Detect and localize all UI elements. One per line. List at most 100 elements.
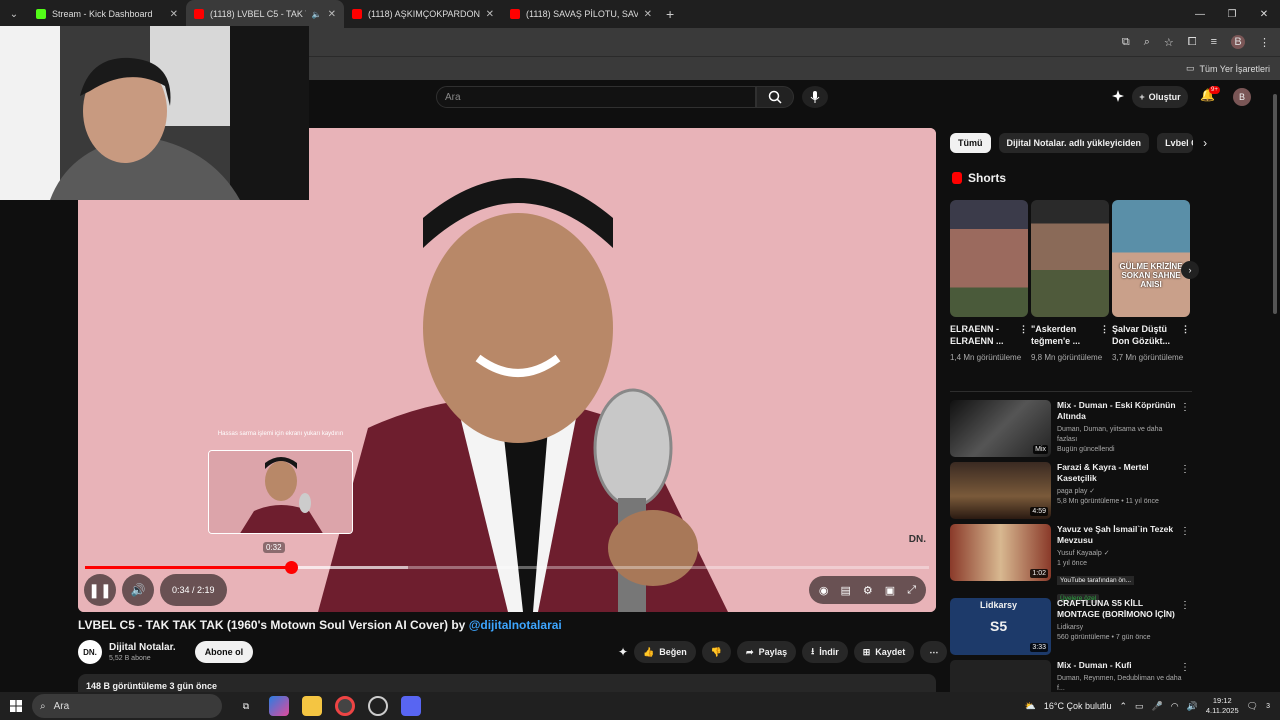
tab-askimcokpardon[interactable]: (1118) AŞKIMÇOKPARDON | M ✕ xyxy=(344,0,502,28)
page-scrollbar[interactable] xyxy=(1270,80,1280,692)
settings-gear-icon[interactable]: ⚙ xyxy=(863,584,873,597)
account-avatar[interactable]: B xyxy=(1233,88,1251,106)
rec-title[interactable]: Yavuz ve Şah İsmail`in Tezek Mevzusu xyxy=(1057,524,1182,546)
like-button[interactable]: 👍 Beğen xyxy=(634,641,696,663)
list-item[interactable]: 1:02 Yavuz ve Şah İsmail`in Tezek Mevzus… xyxy=(950,524,1192,603)
minimize-icon[interactable]: — xyxy=(1184,0,1216,28)
miniplayer-icon[interactable]: ▣ xyxy=(885,584,895,597)
short-title[interactable]: "Askerden teğmen'e ... ⋮ xyxy=(1031,323,1109,347)
list-item[interactable]: Mix - Duman - Kufi Duman, Reynmen, Dedubl… xyxy=(950,660,1192,692)
channel-name[interactable]: Dijital Notalar. xyxy=(109,642,176,653)
weather-text[interactable]: 16°C Çok bulutlu xyxy=(1044,701,1112,711)
rec-title[interactable]: Mix - Duman - Eski Köprünün Altında xyxy=(1057,400,1182,422)
rec-title[interactable]: Mix - Duman - Kufi xyxy=(1057,660,1182,671)
create-button[interactable]: + Oluştur xyxy=(1132,86,1188,108)
video-thumbnail[interactable]: 4:59 xyxy=(950,462,1051,519)
more-icon[interactable]: ⋮ xyxy=(1180,464,1190,475)
short-title[interactable]: Şalvar Düştü Don Gözükt... ⋮ xyxy=(1112,323,1190,347)
more-icon[interactable]: ⋮ xyxy=(1180,662,1190,673)
more-icon[interactable]: ⋮ xyxy=(1180,600,1190,611)
short-thumbnail[interactable] xyxy=(1031,200,1109,317)
save-button[interactable]: ⊞ Kaydet xyxy=(853,641,915,663)
short-item[interactable]: ELRAENN - ELRAENN ... ⋮ 1,4 Mn görüntülem… xyxy=(950,200,1028,363)
profile-avatar[interactable]: B xyxy=(1231,35,1245,49)
speaker-icon[interactable]: 🔈 xyxy=(312,10,322,19)
close-window-icon[interactable]: ✕ xyxy=(1248,0,1280,28)
more-icon[interactable]: ⋮ xyxy=(1180,526,1190,537)
zoom-icon[interactable]: ⌕ xyxy=(1144,36,1150,49)
more-actions-button[interactable]: ⋯ xyxy=(920,641,948,663)
tab-lvbel[interactable]: (1118) LVBEL C5 - TAK TAK 🔈 ✕ xyxy=(186,0,344,28)
dislike-button[interactable]: 👎 xyxy=(701,641,732,663)
shorts-next-button[interactable]: › xyxy=(1181,261,1199,279)
media-control-icon[interactable]: ≡ xyxy=(1211,36,1217,48)
close-tab-icon[interactable]: ✕ xyxy=(486,9,494,20)
restore-icon[interactable]: ❐ xyxy=(1216,0,1248,28)
copilot-icon[interactable] xyxy=(269,696,289,716)
task-view-icon[interactable]: ⧉ xyxy=(236,696,256,716)
video-thumbnail[interactable]: Lidkarsy S5 3:33 xyxy=(950,598,1051,655)
short-title[interactable]: ELRAENN - ELRAENN ... ⋮ xyxy=(950,323,1028,347)
taskbar-search[interactable]: ⌕ Ara xyxy=(32,694,222,718)
close-tab-icon[interactable]: ✕ xyxy=(328,9,336,20)
mic-tray-icon[interactable]: 🎤 xyxy=(1152,701,1163,712)
chrome-icon[interactable] xyxy=(335,696,355,716)
video-thumbnail[interactable] xyxy=(950,660,1051,692)
video-thumbnail[interactable]: 1:02 xyxy=(950,524,1051,581)
share-button[interactable]: ➦ Paylaş xyxy=(737,641,797,663)
autoplay-toggle[interactable]: ◉ xyxy=(819,584,829,597)
mute-button[interactable]: 🔊 xyxy=(122,574,154,606)
short-item[interactable]: "Askerden teğmen'e ... ⋮ 9,8 Mn görüntüle… xyxy=(1031,200,1109,363)
search-input[interactable]: Ara xyxy=(436,86,756,108)
subscribe-button[interactable]: Abone ol xyxy=(194,641,254,663)
short-thumbnail[interactable]: GÜLME KRİZİNE SOKAN SAHNE ANISI xyxy=(1112,200,1190,317)
chip-all[interactable]: Tümü xyxy=(950,133,991,153)
all-bookmarks-link[interactable]: Tüm Yer İşaretleri xyxy=(1199,64,1270,74)
voice-search-button[interactable] xyxy=(802,86,828,108)
creator-handle-link[interactable]: @dijitalnotalarai xyxy=(469,618,562,632)
pause-button[interactable]: ❚❚ xyxy=(84,574,116,606)
sparkle-icon[interactable] xyxy=(1111,89,1125,103)
browser-menu-icon[interactable]: ⋮ xyxy=(1259,36,1270,49)
list-item[interactable]: Lidkarsy S5 3:33 CRAFTLUNA S5 KİLL MONTA… xyxy=(950,598,1192,660)
more-icon[interactable]: ⋮ xyxy=(1019,323,1028,335)
more-icon[interactable]: ⋮ xyxy=(1180,402,1190,413)
search-button[interactable] xyxy=(756,86,794,108)
short-item[interactable]: GÜLME KRİZİNE SOKAN SAHNE ANISI Şalvar D… xyxy=(1112,200,1190,363)
video-player[interactable]: DN. Hassas sarma işlemi için ekranı yuka… xyxy=(78,128,936,612)
channel-avatar[interactable]: DN. xyxy=(78,640,102,664)
subtitles-icon[interactable]: ▤ xyxy=(841,584,851,597)
tab-savas-pilotu[interactable]: (1118) SAVAŞ PİLOTU, SAVAŞ U ✕ xyxy=(502,0,660,28)
chevron-right-icon[interactable]: › xyxy=(1203,136,1207,150)
notification-center-icon[interactable]: 🗨 xyxy=(1247,701,1258,712)
chip-from-uploader[interactable]: Dijital Notalar. adlı yükleyiciden xyxy=(998,133,1150,153)
chip-lvbel[interactable]: Lvbel C xyxy=(1157,133,1194,153)
battery-icon[interactable]: ▭ xyxy=(1135,701,1144,712)
tab-kick-dashboard[interactable]: Stream - Kick Dashboard ✕ xyxy=(28,0,186,28)
short-thumbnail[interactable] xyxy=(950,200,1028,317)
chevron-up-icon[interactable]: ⌃ xyxy=(1119,701,1127,712)
rec-title[interactable]: Farazi & Kayra - Mertel Kasetçilik xyxy=(1057,462,1182,484)
scrollbar-thumb[interactable] xyxy=(1273,94,1277,314)
more-icon[interactable]: ⋮ xyxy=(1181,323,1190,335)
more-icon[interactable]: ⋮ xyxy=(1100,323,1109,335)
cast-icon[interactable]: ⧉ xyxy=(1122,36,1130,49)
extensions-icon[interactable]: ⧠ xyxy=(1188,36,1197,49)
obs-icon[interactable] xyxy=(368,696,388,716)
rec-title[interactable]: CRAFTLUNA S5 KİLL MONTAGE (BORİMONO İÇİN… xyxy=(1057,598,1182,620)
close-tab-icon[interactable]: ✕ xyxy=(170,9,178,20)
close-tab-icon[interactable]: ✕ xyxy=(644,9,652,20)
fullscreen-icon[interactable]: ⤢ xyxy=(907,584,916,597)
ask-sparkle-icon[interactable]: ✦ xyxy=(618,645,628,659)
download-button[interactable]: ⭳ İndir xyxy=(802,641,848,663)
new-tab-icon[interactable]: + xyxy=(666,6,674,22)
list-item[interactable]: 4:59 Farazi & Kayra - Mertel Kasetçilik p… xyxy=(950,462,1192,524)
tab-search-button[interactable]: ⌄ xyxy=(0,0,28,28)
progress-bar[interactable] xyxy=(85,561,929,574)
speaker-icon[interactable]: 🔊 xyxy=(1187,701,1198,712)
bookmark-star-icon[interactable]: ☆ xyxy=(1164,36,1174,49)
wifi-icon[interactable]: ◠ xyxy=(1171,701,1179,712)
video-thumbnail[interactable]: Mix xyxy=(950,400,1051,457)
description-box[interactable]: 148 B görüntüleme 3 gün önce xyxy=(78,674,936,692)
file-explorer-icon[interactable] xyxy=(302,696,322,716)
